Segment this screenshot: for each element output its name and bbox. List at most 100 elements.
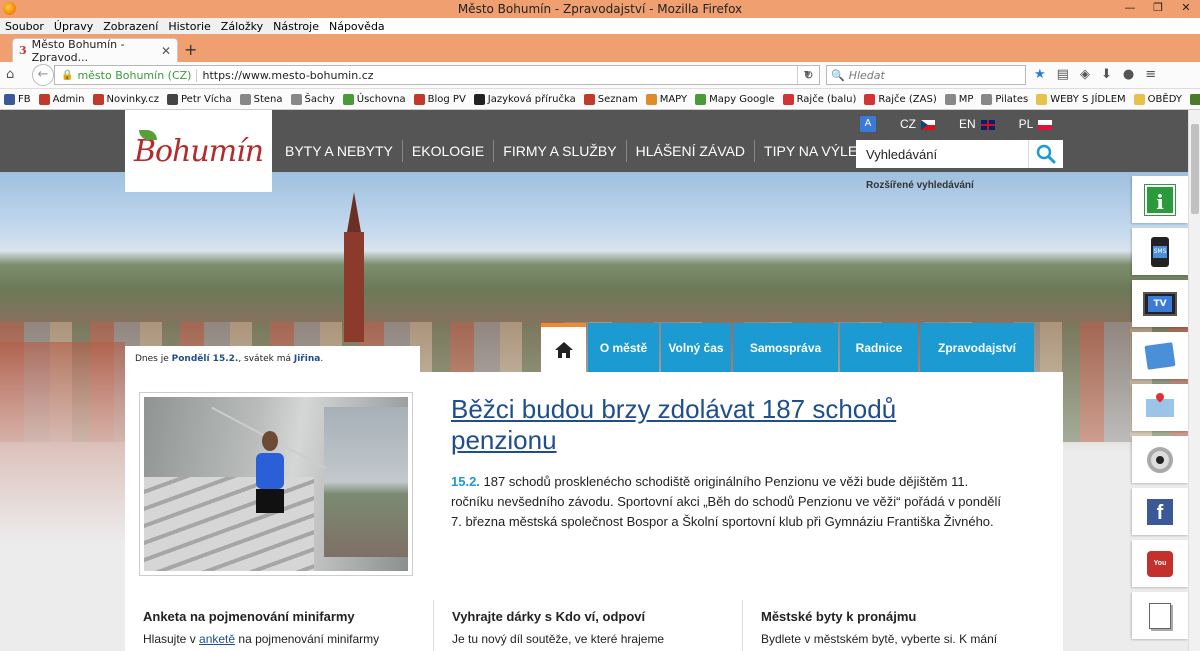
side-mail[interactable] — [1132, 332, 1188, 379]
bookmark-item[interactable]: Pilates — [981, 93, 1028, 105]
lang-en[interactable]: EN — [959, 117, 995, 131]
site-search-button[interactable] — [1028, 140, 1062, 168]
home-icon — [554, 341, 573, 358]
maximize-icon[interactable]: ❐ — [1144, 0, 1172, 18]
side-facebook[interactable]: f — [1132, 488, 1188, 535]
hamburger-menu-icon[interactable]: ≡ — [1145, 67, 1156, 82]
panorama-fade — [0, 342, 125, 542]
home-icon[interactable]: ⌂ — [6, 67, 14, 82]
anketa-link[interactable]: anketě — [199, 632, 235, 646]
nav-hlaseni[interactable]: HLÁŠENÍ ZÁVAD — [627, 140, 756, 162]
side-tv[interactable] — [1132, 280, 1188, 327]
translate-icon[interactable]: A — [860, 116, 876, 132]
menu-zalozky[interactable]: Záložky — [216, 20, 268, 33]
article-photo[interactable] — [139, 392, 413, 576]
reading-list-icon[interactable]: ▤ — [1057, 67, 1069, 82]
section-volny-cas[interactable]: Volný čas — [661, 323, 731, 372]
bookmark-item[interactable]: Mapy Google — [695, 93, 775, 105]
lang-pl[interactable]: PL — [1019, 117, 1053, 131]
side-map[interactable] — [1132, 384, 1188, 431]
search-icon: 🔍 — [831, 68, 845, 82]
side-document[interactable] — [1132, 592, 1188, 639]
advanced-search-link[interactable]: Rozšířené vyhledávání — [866, 180, 974, 191]
bookmark-item[interactable]: OBĚDY — [1133, 93, 1182, 105]
bookmark-item[interactable]: Rajče (ZAS) — [864, 93, 937, 105]
bookmark-label: Admin — [52, 93, 85, 105]
nav-firmy[interactable]: FIRMY A SLUŽBY — [494, 140, 627, 162]
side-webcam[interactable] — [1132, 436, 1188, 483]
scrollbar-thumb[interactable] — [1191, 124, 1199, 214]
minimize-icon[interactable]: — — [1116, 0, 1144, 18]
url-bar[interactable]: 🔒 město Bohumín (CZ) https://www.mesto-b… — [54, 65, 820, 85]
page-scrollbar[interactable] — [1188, 110, 1200, 651]
download-icon[interactable]: ⬇ — [1101, 67, 1112, 82]
bookmark-item[interactable]: Rajče (balu) — [782, 93, 857, 105]
bookmark-item[interactable]: Jíme jinak — [1189, 93, 1200, 105]
bookmark-label: Rajče (balu) — [796, 93, 857, 105]
teaser-text: Hlasujte v anketě na pojmenování minifar… — [143, 632, 380, 646]
bookmark-item[interactable]: MP — [944, 93, 973, 105]
main-nav: BYTY A NEBYTY EKOLOGIE FIRMY A SLUŽBY HL… — [276, 140, 875, 162]
bookmark-label: Úschovna — [356, 93, 406, 105]
bookmark-favicon-icon — [1036, 93, 1048, 105]
section-zpravodajstvi[interactable]: Zpravodajství — [920, 323, 1034, 372]
close-tab-icon[interactable]: ✕ — [161, 44, 171, 58]
window-title: Město Bohumín - Zpravodajství - Mozilla … — [457, 2, 743, 16]
teaser-title[interactable]: Anketa na pojmenování minifarmy — [143, 609, 443, 624]
window-titlebar: Město Bohumín - Zpravodajství - Mozilla … — [0, 0, 1200, 18]
nav-byty[interactable]: BYTY A NEBYTY — [276, 140, 403, 162]
lang-cz[interactable]: CZ — [900, 117, 935, 131]
site-identity[interactable]: město Bohumín (CZ) — [77, 68, 198, 82]
staircase — [144, 477, 314, 571]
runner-body — [256, 453, 284, 489]
mail-icon — [1144, 341, 1176, 370]
bookmark-favicon-icon — [4, 93, 15, 105]
bookmark-item[interactable]: Stena — [239, 93, 283, 105]
bookmark-item[interactable]: Úschovna — [342, 93, 406, 105]
bookmark-item[interactable]: FB — [4, 93, 31, 105]
menu-napoveda[interactable]: Nápověda — [324, 20, 390, 33]
browser-tab[interactable]: 3 Město Bohumín - Zpravod... ✕ — [12, 38, 178, 64]
bookmark-label: Novinky.cz — [106, 93, 160, 105]
nav-ekologie[interactable]: EKOLOGIE — [403, 140, 495, 162]
menu-historie[interactable]: Historie — [163, 20, 215, 33]
new-tab-icon[interactable]: + — [184, 40, 197, 59]
bookmark-item[interactable]: Admin — [38, 93, 85, 105]
bookmark-item[interactable]: WEBY S JÍDLEM — [1036, 93, 1126, 105]
bookmark-item[interactable]: Novinky.cz — [92, 93, 160, 105]
teaser-columns: Anketa na pojmenování minifarmy Hlasujte… — [125, 600, 1063, 651]
bookmark-label: WEBY S JÍDLEM — [1050, 93, 1126, 105]
pocket-icon[interactable]: ◈ — [1080, 67, 1090, 82]
menu-nastroje[interactable]: Nástroje — [268, 20, 324, 33]
url-text: https://www.mesto-bohumin.cz — [202, 68, 374, 82]
bookmark-item[interactable]: MAPY — [645, 93, 687, 105]
reload-icon[interactable]: ↻ — [797, 66, 819, 84]
menu-upravy[interactable]: Úpravy — [49, 20, 98, 33]
menu-zobrazeni[interactable]: Zobrazení — [98, 20, 163, 33]
section-radnice[interactable]: Radnice — [840, 323, 918, 372]
side-info[interactable]: i — [1132, 176, 1188, 223]
teaser-title[interactable]: Vyhrajte dárky s Kdo ví, odpoví — [452, 609, 752, 624]
bookmark-star-icon[interactable]: ★ — [1034, 67, 1046, 82]
side-youtube[interactable]: You — [1132, 540, 1188, 587]
section-home[interactable] — [541, 323, 586, 372]
back-icon[interactable]: ← — [32, 64, 54, 86]
bookmark-item[interactable]: Blog PV — [413, 93, 466, 105]
browser-search-input[interactable]: 🔍 Hledat — [826, 65, 1026, 85]
bookmark-item[interactable]: Petr Vícha — [167, 93, 232, 105]
bookmark-item[interactable]: Šachy — [290, 93, 335, 105]
article-title-link[interactable]: Běžci budou brzy zdolávat 187 schodů pen… — [451, 394, 991, 456]
flag-cz-icon — [921, 119, 935, 130]
chat-icon[interactable]: ● — [1123, 67, 1134, 82]
side-sms[interactable] — [1132, 228, 1188, 275]
site-search-input[interactable] — [856, 141, 1028, 167]
bookmark-item[interactable]: Seznam — [583, 93, 638, 105]
teaser-title[interactable]: Městské byty k pronájmu — [761, 609, 1061, 624]
menu-soubor[interactable]: Soubor — [0, 20, 49, 33]
bookmark-item[interactable]: Jazyková příručka — [473, 93, 576, 105]
site-logo[interactable]: Bohumín — [125, 110, 272, 192]
article-text: 187 schodů prosklenécho schodiště origin… — [451, 474, 1001, 529]
close-window-icon[interactable]: ✕ — [1172, 0, 1200, 18]
section-o-meste[interactable]: O městě — [588, 323, 659, 372]
section-samosprava[interactable]: Samospráva — [733, 323, 838, 372]
